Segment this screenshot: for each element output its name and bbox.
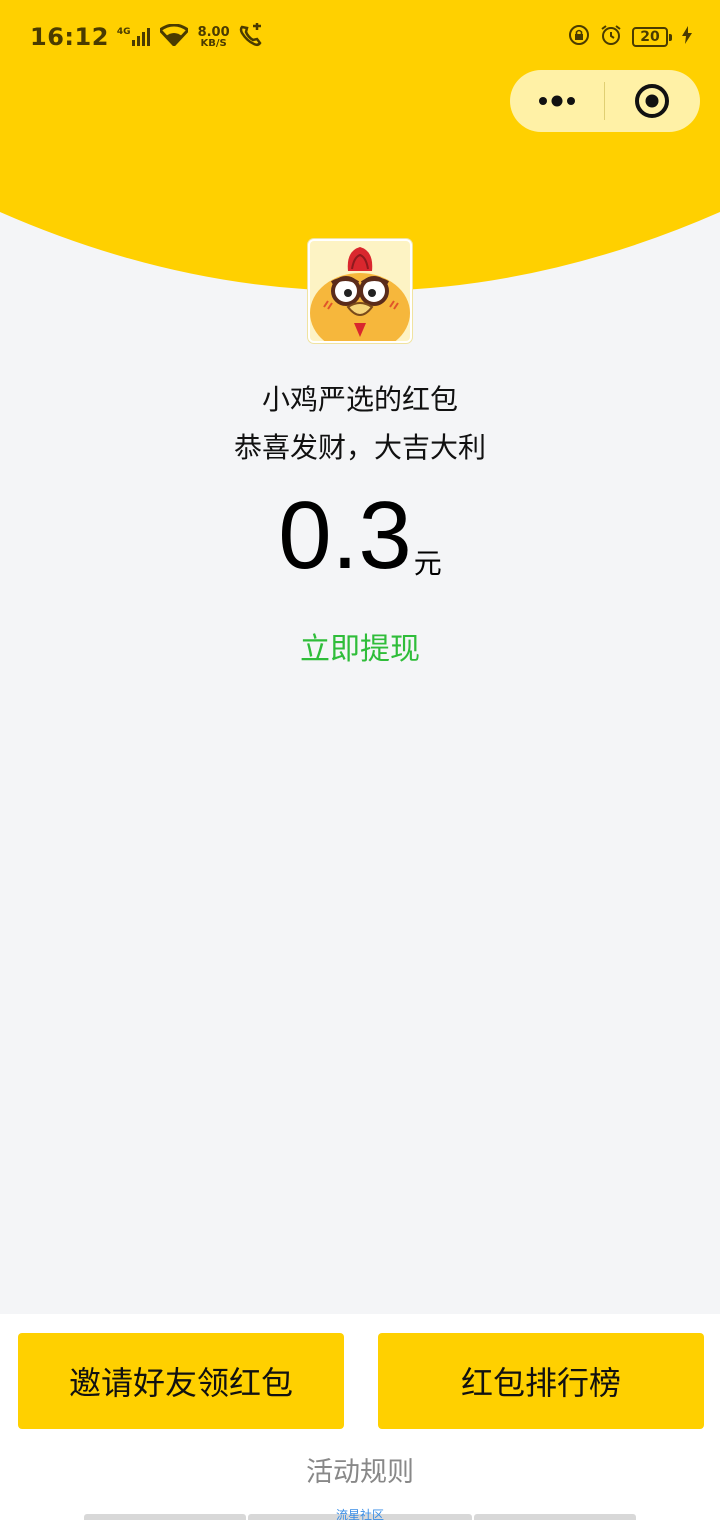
rotation-lock-icon — [568, 24, 590, 50]
ranking-button[interactable]: 红包排行榜 — [378, 1333, 704, 1429]
amount-unit: 元 — [413, 547, 442, 580]
chick-avatar-icon — [310, 241, 410, 341]
network-type: 4G — [116, 27, 131, 37]
more-button[interactable] — [510, 70, 604, 132]
status-time: 16:12 — [30, 23, 109, 51]
withdraw-link[interactable]: 立即提现 — [0, 624, 720, 668]
more-dots-icon — [539, 95, 575, 107]
charging-icon — [682, 26, 692, 48]
battery-indicator: 20 — [632, 27, 672, 47]
target-circle-icon — [635, 84, 669, 118]
status-bar: 16:12 4G 8.00 KB/S 20 — [0, 0, 720, 74]
close-miniprogram-button[interactable] — [605, 70, 699, 132]
alarm-icon — [600, 24, 622, 50]
miniprogram-capsule — [510, 70, 700, 132]
speed-value: 8.00 — [197, 24, 230, 40]
speed-unit: KB/S — [200, 37, 227, 49]
footer-community-link[interactable]: 流星社区 — [0, 1506, 720, 1520]
wifi-icon — [157, 23, 190, 50]
sender-avatar — [308, 239, 412, 343]
activity-rules-link[interactable]: 活动规则 — [0, 1450, 720, 1489]
bottom-action-panel: 邀请好友领红包 红包排行榜 活动规则 流星社区 — [0, 1314, 720, 1520]
blessing-text: 恭喜发财，大吉大利 — [233, 431, 486, 464]
amount-row: 0.3 元 — [0, 488, 720, 584]
invite-friends-button[interactable]: 邀请好友领红包 — [18, 1333, 344, 1429]
call-icon — [238, 23, 264, 51]
amount-value: 0.3 — [278, 482, 412, 589]
network-speed: 8.00 KB/S — [198, 26, 230, 49]
sender-title: 小鸡严选的红包 — [261, 383, 458, 416]
cellular-signal-icon: 4G — [117, 28, 152, 46]
